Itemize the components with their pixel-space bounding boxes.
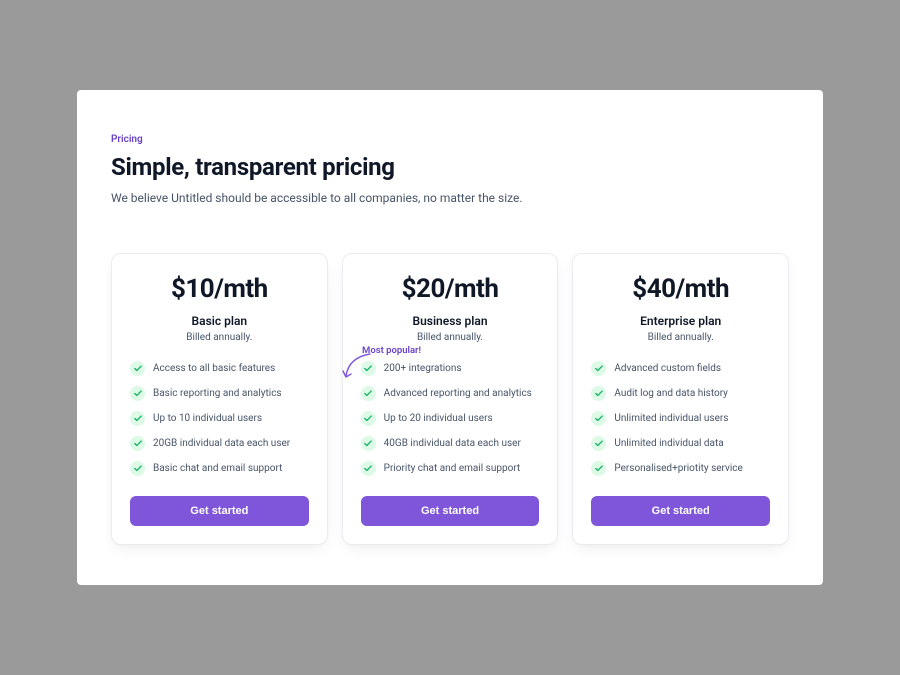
plan-name: Enterprise plan (591, 314, 770, 328)
check-icon (361, 436, 376, 451)
check-icon (361, 461, 376, 476)
eyebrow-label: Pricing (111, 134, 789, 145)
feature-item: Advanced reporting and analytics (361, 386, 540, 401)
feature-text: Access to all basic features (153, 362, 275, 375)
plan-price: $10/mth (130, 274, 309, 304)
feature-item: Unlimited individual users (591, 411, 770, 426)
check-icon (130, 436, 145, 451)
feature-text: Basic reporting and analytics (153, 387, 282, 400)
check-icon (591, 436, 606, 451)
feature-text: Advanced custom fields (614, 362, 721, 375)
feature-item: Unlimited individual data (591, 436, 770, 451)
feature-list: 200+ integrations Advanced reporting and… (361, 361, 540, 476)
callout-label: Most popular! (362, 345, 421, 356)
feature-item: Up to 20 individual users (361, 411, 540, 426)
page-subheading: We believe Untitled should be accessible… (111, 191, 789, 205)
get-started-button[interactable]: Get started (591, 496, 770, 526)
plan-name: Business plan (361, 314, 540, 328)
feature-item: 200+ integrations (361, 361, 540, 376)
feature-item: Basic reporting and analytics (130, 386, 309, 401)
plan-billing: Billed annually. (130, 332, 309, 343)
feature-text: 20GB individual data each user (153, 437, 290, 450)
check-icon (591, 411, 606, 426)
pricing-sheet: Pricing Simple, transparent pricing We b… (77, 90, 823, 585)
plan-billing: Billed annually. (361, 332, 540, 343)
plan-price: $20/mth (361, 274, 540, 304)
plan-card-business: $20/mth Business plan Billed annually. 2… (342, 253, 559, 545)
check-icon (591, 461, 606, 476)
plan-price: $40/mth (591, 274, 770, 304)
plan-card-enterprise: $40/mth Enterprise plan Billed annually.… (572, 253, 789, 545)
page-title: Simple, transparent pricing (111, 153, 789, 181)
feature-text: Unlimited individual users (614, 412, 728, 425)
feature-text: Personalised+priotity service (614, 462, 742, 475)
plan-name: Basic plan (130, 314, 309, 328)
plan-card-basic: $10/mth Basic plan Billed annually. Acce… (111, 253, 328, 545)
feature-item: Up to 10 individual users (130, 411, 309, 426)
check-icon (361, 386, 376, 401)
check-icon (591, 386, 606, 401)
feature-item: Advanced custom fields (591, 361, 770, 376)
feature-list: Advanced custom fields Audit log and dat… (591, 361, 770, 476)
check-icon (591, 361, 606, 376)
feature-text: Advanced reporting and analytics (384, 387, 532, 400)
check-icon (130, 461, 145, 476)
feature-text: Audit log and data history (614, 387, 728, 400)
feature-text: Up to 10 individual users (153, 412, 262, 425)
feature-item: Basic chat and email support (130, 461, 309, 476)
feature-text: Unlimited individual data (614, 437, 723, 450)
feature-item: 20GB individual data each user (130, 436, 309, 451)
check-icon (361, 411, 376, 426)
check-icon (130, 411, 145, 426)
feature-item: Audit log and data history (591, 386, 770, 401)
feature-text: 200+ integrations (384, 362, 462, 375)
get-started-button[interactable]: Get started (130, 496, 309, 526)
plan-billing: Billed annually. (591, 332, 770, 343)
get-started-button[interactable]: Get started (361, 496, 540, 526)
feature-text: Up to 20 individual users (384, 412, 493, 425)
check-icon (130, 361, 145, 376)
feature-text: Basic chat and email support (153, 462, 282, 475)
feature-text: 40GB individual data each user (384, 437, 521, 450)
feature-list: Access to all basic features Basic repor… (130, 361, 309, 476)
feature-item: Access to all basic features (130, 361, 309, 376)
feature-text: Priority chat and email support (384, 462, 521, 475)
most-popular-callout: Most popular! (340, 350, 380, 384)
feature-item: 40GB individual data each user (361, 436, 540, 451)
feature-item: Priority chat and email support (361, 461, 540, 476)
pricing-cards: $10/mth Basic plan Billed annually. Acce… (111, 253, 789, 545)
feature-item: Personalised+priotity service (591, 461, 770, 476)
check-icon (130, 386, 145, 401)
